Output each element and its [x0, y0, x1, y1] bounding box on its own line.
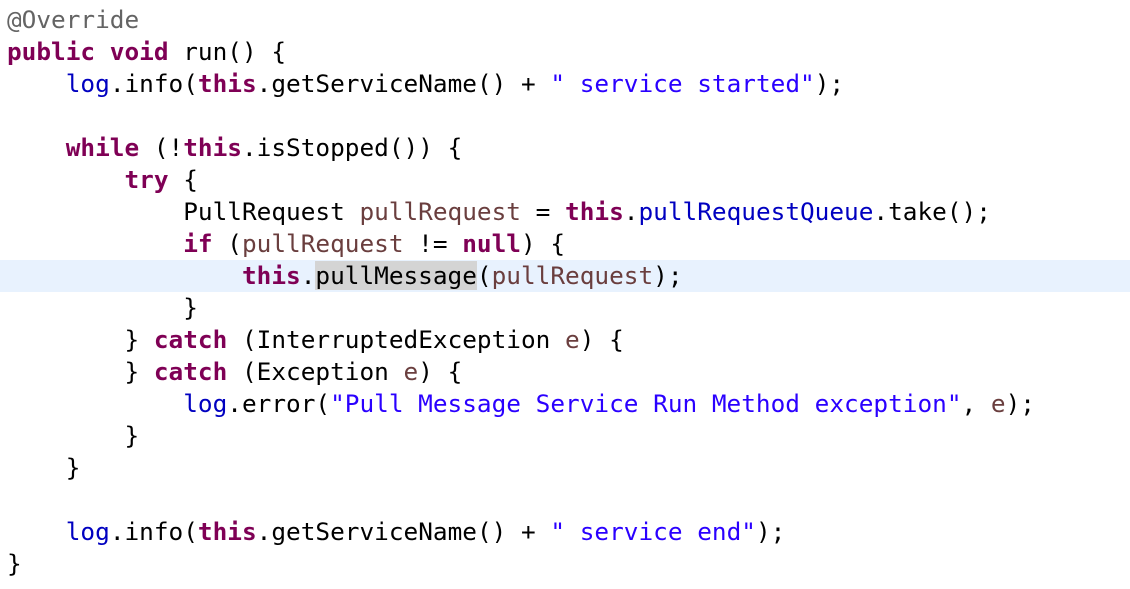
code-token: );: [653, 261, 683, 290]
code-line[interactable]: if (pullRequest != null) {: [0, 228, 1130, 260]
code-token: ) {: [521, 229, 566, 258]
code-token: }: [124, 357, 154, 386]
local-variable-token: pullRequest: [491, 261, 654, 290]
code-token: }: [7, 549, 22, 578]
code-token: }: [124, 325, 154, 354]
code-line[interactable]: }: [0, 452, 1130, 484]
code-line[interactable]: [0, 100, 1130, 132]
code-token: ,: [961, 389, 991, 418]
local-variable-token: e: [990, 389, 1006, 418]
code-line[interactable]: }: [0, 292, 1130, 324]
code-token: {: [168, 165, 198, 194]
local-variable-token: e: [565, 325, 580, 354]
code-token: (!: [139, 133, 184, 162]
code-token: (: [476, 261, 492, 290]
code-token: }: [65, 453, 81, 482]
code-line[interactable]: while (!this.isStopped()) {: [0, 132, 1130, 164]
code-token: );: [814, 69, 845, 98]
string-literal-token: " service end": [550, 517, 756, 546]
local-variable-token: pullRequest: [241, 229, 404, 258]
code-line[interactable]: try {: [0, 164, 1130, 196]
code-token: );: [755, 517, 786, 546]
code-line-current[interactable]: this.pullMessage(pullRequest);: [0, 260, 1130, 292]
code-token: ) {: [579, 325, 624, 354]
code-token: .error(: [227, 389, 331, 418]
local-variable-token: e: [403, 357, 419, 386]
code-line[interactable]: } catch (Exception e) {: [0, 356, 1130, 388]
code-token: .getServiceName() +: [256, 517, 551, 546]
code-token: run() {: [168, 37, 287, 66]
local-variable-token: pullRequest: [359, 197, 521, 226]
field-ref-token: log: [65, 69, 110, 98]
code-line[interactable]: }: [0, 420, 1130, 452]
field-ref-token: log: [65, 517, 110, 546]
code-line[interactable]: log.info(this.getServiceName() + " servi…: [0, 516, 1130, 548]
code-token: (InterruptedException: [227, 325, 566, 354]
string-literal-token: "Pull Message Service Run Method excepti…: [330, 389, 962, 418]
code-token: ) {: [418, 357, 463, 386]
keyword-token: try: [124, 165, 169, 194]
code-token: .info(: [109, 517, 198, 546]
code-line[interactable]: public void run() {: [0, 36, 1130, 68]
keyword-token: this: [241, 261, 301, 290]
keyword-token: while: [65, 133, 140, 162]
keyword-token: catch: [153, 357, 228, 386]
code-token: !=: [403, 229, 463, 258]
keyword-token: if: [183, 229, 213, 258]
code-line[interactable]: @Override: [0, 4, 1130, 36]
code-line[interactable]: } catch (InterruptedException e) {: [0, 324, 1130, 356]
code-editor[interactable]: @Override public void run() { log.info(th…: [0, 4, 1130, 580]
keyword-token: catch: [153, 325, 228, 354]
code-token: .: [300, 261, 316, 290]
keyword-token: this: [565, 197, 624, 226]
code-token: .take();: [873, 197, 991, 226]
code-token: .: [623, 197, 639, 226]
code-token: .info(: [109, 69, 198, 98]
annotation-token: @Override: [7, 5, 140, 34]
code-token: (: [212, 229, 242, 258]
code-token: }: [183, 293, 198, 322]
keyword-token: this: [183, 133, 242, 162]
keyword-token: null: [462, 229, 521, 258]
code-token: =: [520, 197, 566, 226]
code-line[interactable]: }: [0, 548, 1130, 580]
keyword-token: public: [7, 37, 96, 66]
keyword-token: this: [197, 517, 257, 546]
keyword-token: void: [109, 37, 169, 66]
code-line[interactable]: [0, 484, 1130, 516]
code-token: }: [124, 421, 140, 450]
code-token: PullRequest: [183, 197, 360, 226]
field-ref-token: log: [183, 389, 228, 418]
code-token: .isStopped()) {: [242, 133, 463, 162]
code-token: .getServiceName() +: [256, 69, 551, 98]
field-ref-token: pullRequestQueue: [638, 197, 874, 226]
string-literal-token: " service started": [550, 69, 815, 98]
selected-text-token: pullMessage: [315, 261, 477, 290]
code-line[interactable]: log.info(this.getServiceName() + " servi…: [0, 68, 1130, 100]
keyword-token: this: [197, 69, 257, 98]
code-line[interactable]: PullRequest pullRequest = this.pullReque…: [0, 196, 1130, 228]
code-line[interactable]: log.error("Pull Message Service Run Meth…: [0, 388, 1130, 420]
code-token: );: [1005, 389, 1035, 418]
code-token: (Exception: [227, 357, 404, 386]
